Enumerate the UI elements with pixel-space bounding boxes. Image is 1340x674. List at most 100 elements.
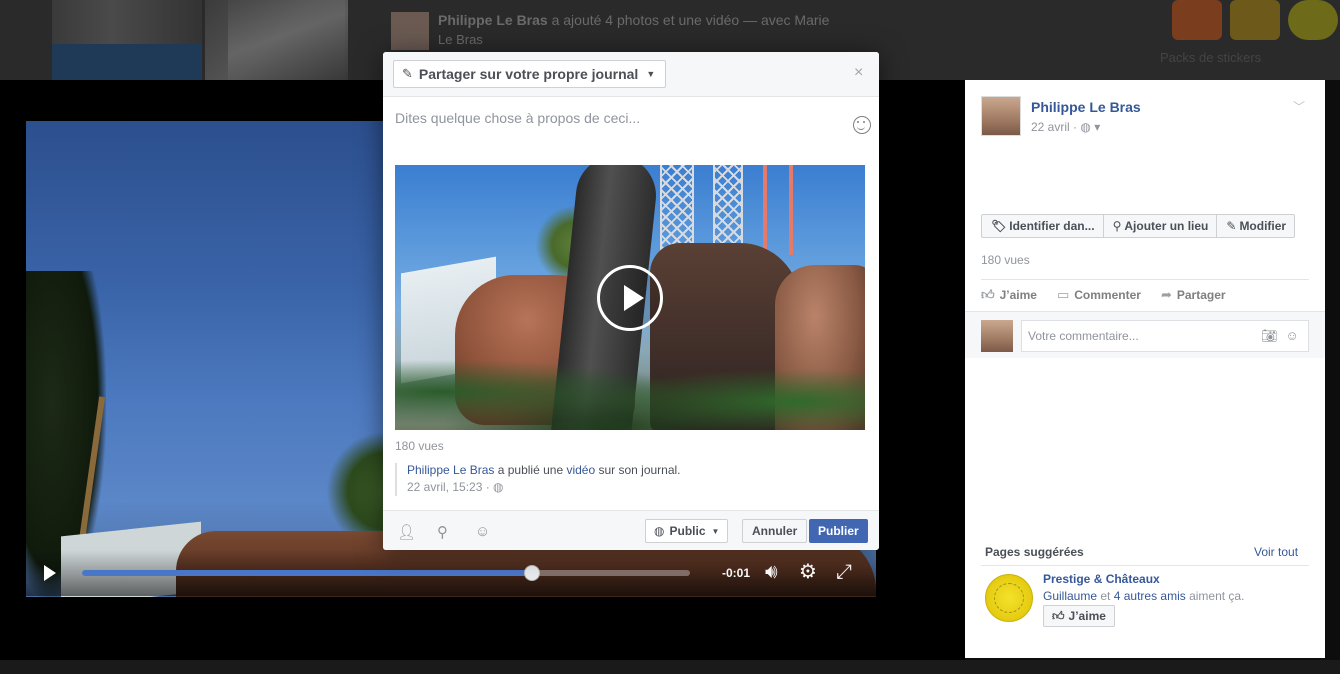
like-page-button[interactable]: 👍︎ J’aime (1043, 605, 1115, 627)
chevron-down-icon[interactable]: ▾ (1094, 120, 1100, 134)
comment-label: Commenter (1074, 288, 1141, 302)
tag-people-icon[interactable]: 👤︎ (397, 523, 416, 541)
sticker-caption: Packs de stickers (1160, 50, 1262, 65)
background-post-header: Philippe Le Bras a ajouté 4 photos et un… (438, 12, 829, 28)
like-label: J’aime (999, 288, 1037, 302)
attribution-text: a publié une (494, 463, 567, 477)
like-button[interactable]: 👍︎ J’aime (981, 287, 1037, 303)
video-link[interactable]: vidéo (566, 463, 595, 477)
suggested-page-logo[interactable] (985, 574, 1033, 622)
tag-button[interactable]: 🏷︎ Identifier dan... (982, 215, 1104, 237)
video-scrubber-handle[interactable] (523, 565, 540, 581)
original-author-link[interactable]: Philippe Le Bras (407, 463, 494, 477)
suggested-page-friends: Guillaume et 4 autres amis aiment ça. (1043, 589, 1244, 603)
shared-post-attribution: Philippe Le Bras a publié une vidéo sur … (395, 463, 865, 496)
gear-icon[interactable]: ⚙︎ (799, 562, 817, 582)
background-photo (52, 0, 202, 44)
status-input[interactable] (395, 110, 845, 150)
post-side-panel: Philippe Le Bras 22 avril · ◍ ▾ ﹀ 🏷︎ Iden… (965, 80, 1325, 658)
caret-down-icon: ▼ (646, 69, 656, 79)
view-count: 180 vues (981, 253, 1030, 267)
thumb-scene-plants (395, 335, 865, 430)
privacy-selector[interactable]: ◍ Public ▼ (645, 519, 729, 543)
volume-icon[interactable]: 🔊︎ (765, 562, 778, 582)
video-time-remaining: -0:01 (722, 566, 751, 580)
friends-connector: et (1097, 589, 1114, 603)
share-arrow-icon: ➦ (1160, 287, 1172, 302)
share-button[interactable]: ➦ Partager (1161, 287, 1226, 303)
share-label: Partager (1176, 288, 1226, 302)
thumb-scene-rod (789, 165, 793, 255)
publish-button[interactable]: Publier (809, 519, 868, 543)
edit-square-icon: ✎ (402, 66, 413, 81)
feeling-emoji-icon[interactable]: ☺ (475, 523, 490, 540)
author-name-link[interactable]: Philippe Le Bras (1031, 99, 1141, 115)
share-destination-label: Partager sur votre propre journal (418, 66, 639, 82)
edit-button[interactable]: ✎ Modifier (1217, 215, 1294, 237)
sticker-thumbnail (1230, 0, 1280, 40)
background-post-text-line2: Le Bras (438, 32, 483, 47)
author-avatar[interactable] (981, 96, 1021, 136)
fullscreen-icon[interactable]: ⤢ (836, 562, 852, 582)
globe-icon[interactable]: ◍ (1080, 120, 1090, 134)
background-post-avatar (391, 12, 429, 50)
privacy-label: Public (669, 524, 706, 538)
thumbs-up-icon: 👍︎ (981, 287, 995, 302)
background-photo (52, 44, 202, 80)
sticker-thumbnail (1288, 0, 1338, 40)
logo-ring (994, 583, 1024, 613)
shared-video-thumbnail[interactable] (395, 165, 865, 430)
play-circle-icon[interactable] (597, 265, 663, 331)
suggested-page-name[interactable]: Prestige & Châteaux (1043, 572, 1160, 586)
background-post-text: a ajouté 4 photos et une vidéo — avec Ma… (551, 12, 830, 28)
friends-suffix: aiment ça. (1185, 589, 1245, 603)
divider (981, 565, 1309, 566)
dialog-header: ✎ Partager sur votre propre journal ▼ × (383, 52, 879, 97)
post-edit-toolbar: 🏷︎ Identifier dan... ⚲ Ajouter un lieu ✎ Mo… (981, 214, 1296, 238)
video-progress-fill (82, 570, 532, 576)
globe-icon: ◍ (654, 524, 665, 538)
close-icon[interactable]: × (854, 64, 863, 82)
other-friends-link[interactable]: 4 autres amis (1114, 589, 1186, 603)
pencil-icon: ✎ (1226, 219, 1237, 233)
globe-icon: ◍ (493, 480, 504, 494)
shared-view-count: 180 vues (395, 439, 444, 453)
post-action-bar: 👍︎ J’aime ▭ Commenter ➦ Partager (981, 287, 1226, 303)
play-icon[interactable] (44, 565, 56, 581)
edit-button-label: Modifier (1239, 219, 1287, 233)
friend-link[interactable]: Guillaume (1043, 589, 1097, 603)
sticker-thumbnail (1172, 0, 1222, 40)
thumb-scene-rod (763, 165, 767, 255)
comment-input-icons: 📷︎ ☺ (1261, 328, 1299, 344)
original-timestamp: 22 avril, 15:23 · (407, 480, 494, 494)
attribution-text-end: sur son journal. (595, 463, 681, 477)
caret-down-icon: ▼ (711, 526, 720, 536)
emoji-icon[interactable] (853, 116, 871, 134)
cancel-button[interactable]: Annuler (742, 519, 808, 543)
commenter-avatar (981, 320, 1013, 352)
comment-button[interactable]: ▭ Commenter (1057, 287, 1141, 303)
post-meta: 22 avril · ◍ ▾ (1031, 120, 1100, 134)
share-destination-select[interactable]: ✎ Partager sur votre propre journal ▼ (393, 60, 667, 88)
background-photo (228, 0, 348, 80)
bottom-feed-strip (0, 660, 1340, 674)
add-location-label: Ajouter un lieu (1124, 219, 1209, 233)
see-all-link[interactable]: Voir tout (1254, 545, 1298, 559)
camera-icon[interactable]: 📷︎ (1261, 328, 1278, 344)
share-dialog: ✎ Partager sur votre propre journal ▼ × … (383, 52, 879, 550)
dialog-footer: 👤︎ ⚲ ☺ ◍ Public ▼ Annuler Publier (383, 510, 879, 550)
add-location-button[interactable]: ⚲ Ajouter un lieu (1104, 215, 1218, 237)
attribution-line: Philippe Le Bras a publié une vidéo sur … (407, 463, 865, 477)
like-page-label: J’aime (1068, 609, 1106, 623)
post-options-chevron-icon[interactable]: ﹀ (1293, 98, 1305, 115)
background-post-author: Philippe Le Bras (438, 12, 548, 28)
post-date[interactable]: 22 avril (1031, 120, 1070, 134)
emoji-icon[interactable]: ☺ (1286, 328, 1299, 344)
comment-icon: ▭ (1056, 287, 1070, 302)
tag-button-label: Identifier dan... (1009, 219, 1095, 233)
tag-icon: 🏷︎ (991, 219, 1007, 233)
suggested-pages-title: Pages suggérées (985, 545, 1084, 559)
location-pin-icon[interactable]: ⚲ (437, 523, 448, 541)
video-progress-bar[interactable] (82, 565, 690, 581)
divider (981, 279, 1309, 280)
